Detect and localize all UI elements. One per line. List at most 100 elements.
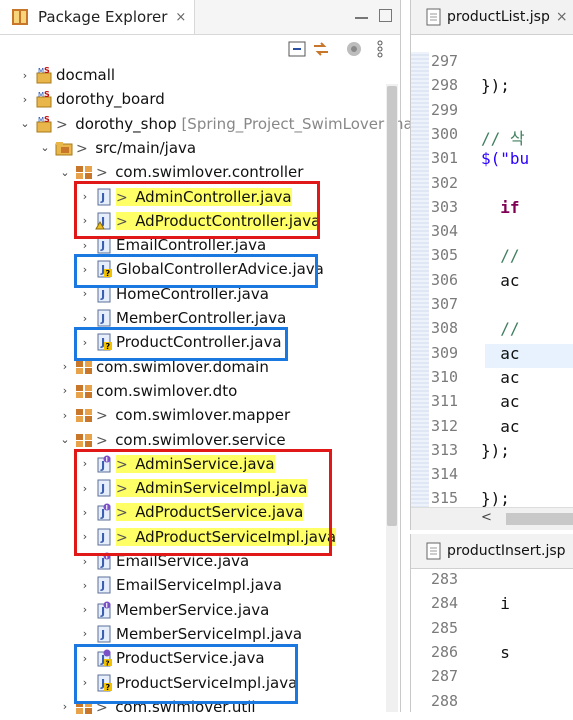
chevron-down-icon[interactable]: ⌄ — [58, 433, 72, 446]
chevron-right-icon[interactable]: › — [78, 652, 92, 665]
close-tab-icon[interactable]: × — [556, 9, 568, 25]
tree-item-text: com.swimlover.mapper — [115, 406, 291, 425]
tree-item[interactable]: › J EmailController.java — [0, 233, 266, 257]
svg-text:J: J — [100, 531, 105, 544]
chevron-down-icon[interactable]: ⌄ — [58, 166, 72, 179]
tree-item[interactable]: › J I EmailService.java — [0, 549, 249, 573]
tree-item[interactable]: › J? GlobalControllerAdvice.java — [0, 257, 324, 281]
horizontal-scrollbar-thumb[interactable] — [506, 513, 573, 525]
chevron-right-icon[interactable]: › — [78, 506, 92, 519]
chevron-right-icon[interactable]: › — [78, 579, 92, 592]
chevron-right-icon[interactable]: › — [78, 263, 92, 276]
chevron-down-icon[interactable]: ⌄ — [38, 141, 52, 154]
chevron-right-icon[interactable]: › — [78, 482, 92, 495]
chevron-right-icon[interactable]: › — [78, 336, 92, 349]
tree-item[interactable]: ⌄ > com.swimlover.service — [0, 428, 286, 452]
tree-item[interactable]: › J? ProductServiceImpl.java — [0, 671, 298, 695]
tree-item[interactable]: › J EmailServiceImpl.java — [0, 573, 282, 597]
tree-item[interactable]: › J > AdminController.java — [0, 185, 292, 209]
line-number: 312 — [431, 416, 459, 435]
line-number: 287 — [431, 667, 459, 686]
maximize-icon[interactable] — [378, 8, 392, 22]
tree-item[interactable]: › J MemberController.java — [0, 306, 287, 330]
chevron-right-icon[interactable]: › — [58, 700, 72, 713]
tree-item[interactable]: › J HomeController.java — [0, 282, 269, 306]
tree-item-label: ProductController.java — [116, 333, 282, 351]
tree-item[interactable]: › J MemberServiceImpl.java — [0, 622, 302, 646]
tree-item[interactable]: › J > AdminServiceImpl.java — [0, 476, 308, 500]
java-file-icon: J — [95, 479, 113, 497]
vertical-scrollbar-thumb[interactable] — [387, 86, 397, 526]
tree-item-text: AdProductService.java — [135, 503, 304, 522]
tree-item[interactable]: › M Sdocmall — [0, 63, 115, 87]
java-file-icon: J — [95, 285, 113, 303]
code-line: }); — [481, 440, 510, 460]
tree-item-label: GlobalControllerAdvice.java — [116, 260, 324, 278]
tree-item-text: com.swimlover.service — [115, 430, 286, 449]
tree-item[interactable]: › J I MemberService.java — [0, 598, 270, 622]
chevron-right-icon[interactable]: › — [78, 555, 92, 568]
tree-item[interactable]: › > com.swimlover.mapper — [0, 403, 290, 427]
tree-item-text: MemberController.java — [116, 309, 287, 327]
tree-item-text: MemberServiceImpl.java — [116, 624, 303, 643]
svg-text:J: J — [100, 288, 105, 301]
tree-item[interactable]: › J? ProductService.java — [0, 646, 265, 670]
editor-productinsert: productInsert.jsp 283 284 i 285 286 s 287 288 — [410, 534, 573, 712]
tree-item[interactable]: ⌄ M S > dorothy_shop [Spring_Project_SwimLo… — [0, 112, 412, 136]
view-menu-icon[interactable] — [375, 40, 393, 58]
filters-icon[interactable] — [345, 40, 363, 58]
chevron-right-icon[interactable]: › — [58, 360, 72, 373]
chevron-right-icon[interactable]: › — [18, 93, 32, 106]
chevron-right-icon[interactable]: › — [78, 457, 92, 470]
tree-item[interactable]: › J I > AdminService.java — [0, 452, 275, 476]
tree-item-text: com.swimlover.util — [115, 697, 256, 716]
chevron-right-icon[interactable]: › — [78, 190, 92, 203]
tree-item[interactable]: › com.swimlover.domain — [0, 355, 269, 379]
tree-item[interactable]: ⌄ > src/main/java — [0, 136, 196, 160]
tree-item[interactable]: › J > AdProductController.java — [0, 209, 321, 233]
svg-text:?: ? — [106, 269, 111, 278]
tab-productlist-jsp[interactable]: productList.jsp × — [411, 8, 568, 26]
tree-item[interactable]: › J I > AdProductService.java — [0, 500, 304, 524]
tree-item-text: ProductService.java — [116, 649, 265, 668]
code-area[interactable]: 297 298}); 299 300 // 삭 301 $("bu 302 303 if 304 3… — [411, 52, 573, 508]
tab-package-explorer[interactable]: Package Explorer × — [0, 0, 196, 34]
chevron-right-icon[interactable]: › — [78, 627, 92, 640]
line-number: 303 — [431, 197, 459, 216]
link-with-editor-icon[interactable] — [312, 40, 330, 58]
collapse-all-icon[interactable] — [288, 40, 306, 58]
tree-item[interactable]: › com.swimlover.dto — [0, 379, 237, 403]
horizontal-scrollbar[interactable]: < — [411, 507, 573, 530]
tree-item[interactable]: ⌄ > com.swimlover.controller — [0, 160, 303, 184]
code-area[interactable]: 283 284 i 285 286 s 287 288 — [411, 570, 573, 712]
chevron-right-icon[interactable]: › — [78, 603, 92, 616]
chevron-right-icon[interactable]: › — [58, 409, 72, 422]
chevron-right-icon[interactable]: › — [78, 530, 92, 543]
chevron-down-icon[interactable]: ⌄ — [18, 117, 32, 130]
close-view-icon[interactable]: × — [175, 10, 186, 25]
chevron-right-icon[interactable]: › — [78, 214, 92, 227]
svg-text:J: J — [100, 482, 105, 495]
scroll-left-icon[interactable]: < — [481, 510, 492, 525]
jsp-file-icon — [426, 8, 444, 26]
tree-item[interactable]: › J? ProductController.java — [0, 330, 282, 354]
line-number: 299 — [431, 100, 459, 119]
chevron-right-icon[interactable]: › — [78, 287, 92, 300]
chevron-right-icon[interactable]: › — [58, 384, 72, 397]
tree-item-label: > AdminController.java — [116, 187, 292, 206]
chevron-right-icon[interactable]: › — [78, 676, 92, 689]
tree-item-text: ProductServiceImpl.java — [116, 673, 298, 692]
tree-item-text: AdminController.java — [135, 187, 292, 206]
line-number: 306 — [431, 270, 459, 289]
chevron-right-icon[interactable]: › — [78, 239, 92, 252]
code-line: $("bu — [481, 149, 530, 169]
code-line: i — [481, 594, 510, 614]
chevron-right-icon[interactable]: › — [18, 69, 32, 82]
tab-productinsert-jsp[interactable]: productInsert.jsp — [411, 542, 566, 560]
tree-item-text: GlobalControllerAdvice.java — [116, 260, 324, 279]
tree-item[interactable]: › > com.swimlover.util — [0, 695, 256, 719]
minimize-icon[interactable] — [354, 8, 368, 22]
chevron-right-icon[interactable]: › — [78, 312, 92, 325]
tree-item[interactable]: › J > AdProductServiceImpl.java — [0, 525, 337, 549]
tree-item[interactable]: › M Sdorothy_board — [0, 87, 165, 111]
